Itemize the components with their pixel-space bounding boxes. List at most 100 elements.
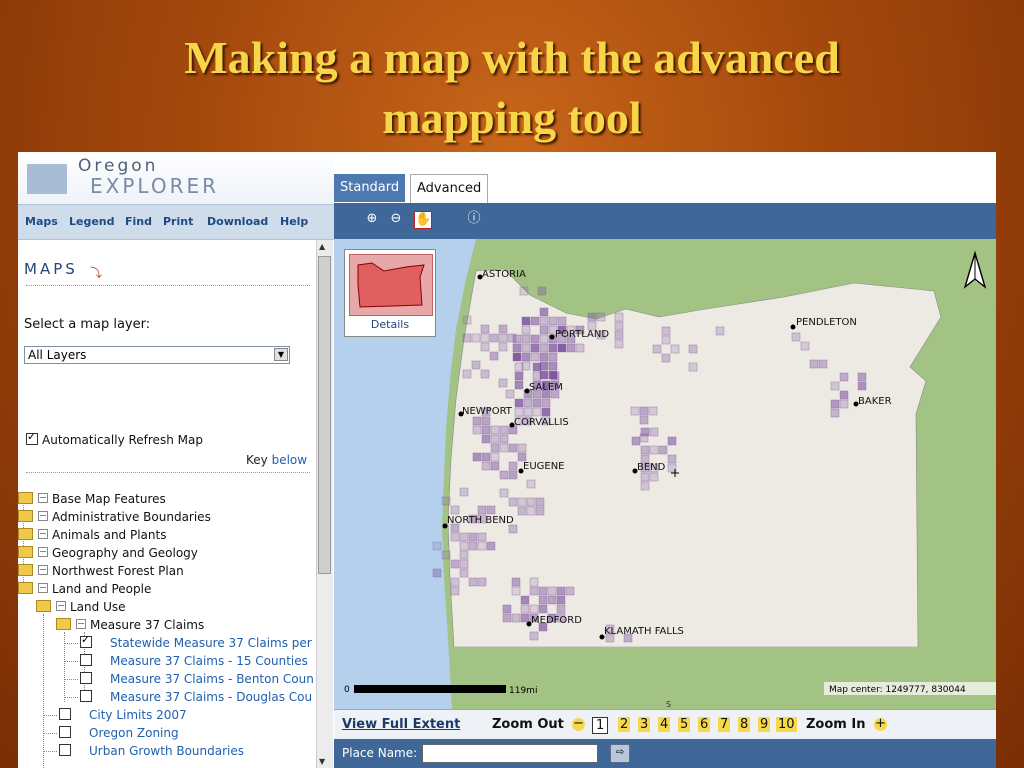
claim-cell (514, 380, 524, 390)
claim-cell (532, 407, 542, 417)
map-view[interactable]: ASTORIA PORTLAND PENDLETON SALEM NEWPORT… (334, 239, 996, 709)
expand-icon[interactable] (38, 547, 48, 557)
scroll-up-icon[interactable]: ▲ (319, 242, 325, 251)
claim-cell (830, 381, 840, 391)
tree-layer-m37-benton[interactable]: Measure 37 Claims - Benton Coun (80, 672, 314, 686)
tree-item-measure-37[interactable]: Measure 37 Claims (56, 618, 204, 632)
zoom-level-6[interactable]: 6 (698, 717, 711, 732)
zoom-out-minus-icon[interactable]: − (572, 717, 585, 731)
zoom-level-4[interactable]: 4 (658, 717, 671, 732)
claim-cell (517, 452, 527, 462)
claim-cell (472, 425, 482, 435)
zoom-level-2[interactable]: 2 (618, 717, 631, 732)
menu-print[interactable]: Print (163, 215, 193, 228)
zoom-in-tool-icon[interactable]: ⊕ (364, 211, 380, 227)
auto-refresh-option[interactable]: Automatically Refresh Map (26, 430, 203, 447)
tree-item-animals-plants[interactable]: Animals and Plants (18, 528, 166, 542)
layer-checkbox[interactable] (59, 726, 71, 738)
tree-layer-m37-15-counties[interactable]: Measure 37 Claims - 15 Counties (80, 654, 308, 668)
zoom-level-3[interactable]: 3 (638, 717, 651, 732)
zoom-in-plus-icon[interactable]: + (874, 717, 887, 731)
expand-icon[interactable] (38, 493, 48, 503)
layer-checkbox[interactable] (80, 633, 92, 648)
claim-cell (639, 406, 649, 416)
scrollbar-thumb[interactable] (318, 256, 331, 574)
menu-find[interactable]: Find (125, 215, 152, 228)
zoom-level-1[interactable]: 1 (592, 717, 609, 734)
tab-standard[interactable]: Standard (334, 174, 406, 202)
expand-icon[interactable] (38, 511, 48, 521)
collapse-icon[interactable] (56, 601, 66, 611)
claim-cell (839, 399, 849, 409)
key-below-link[interactable]: below (272, 453, 308, 467)
tree-item-base-map[interactable]: Base Map Features (18, 492, 166, 506)
collapse-arrow-icon[interactable]: ⤵ (90, 264, 102, 281)
tree-layer-city-limits[interactable]: City Limits 2007 (59, 708, 187, 722)
claim-cell (630, 406, 640, 416)
zoom-out-tool-icon[interactable]: ⊖ (388, 211, 404, 227)
menu-maps[interactable]: Maps (25, 215, 58, 228)
app-screenshot: Oregon EXPLORER Maps Legend Find Print D… (18, 152, 996, 768)
expand-icon[interactable] (38, 565, 48, 575)
oregon-explorer-logo[interactable]: Oregon EXPLORER (18, 152, 334, 204)
layer-checkbox[interactable] (80, 690, 92, 702)
zoom-nav-bar: View Full Extent Zoom Out − 1 2 3 4 5 6 … (334, 709, 996, 740)
claim-cell (481, 452, 491, 462)
tree-layer-ugb[interactable]: Urban Growth Boundaries (59, 744, 244, 758)
zoom-level-5[interactable]: 5 (678, 717, 691, 732)
tree-item-admin-boundaries[interactable]: Administrative Boundaries (18, 510, 211, 524)
menu-download[interactable]: Download (207, 215, 268, 228)
claim-cell (649, 472, 659, 482)
layer-panel-scrollbar[interactable]: ▲ ▼ (316, 240, 333, 768)
expand-icon[interactable] (38, 583, 48, 593)
tree-item-land-use[interactable]: Land Use (36, 600, 126, 614)
claim-cell (490, 425, 500, 435)
tree-layer-m37-douglas[interactable]: Measure 37 Claims - Douglas Cou (80, 690, 312, 704)
layer-checkbox[interactable] (80, 672, 92, 684)
tree-layer-oregon-zoning[interactable]: Oregon Zoning (59, 726, 179, 740)
tree-layer-statewide-m37[interactable]: Statewide Measure 37 Claims per (80, 633, 312, 650)
scroll-down-icon[interactable]: ▼ (319, 757, 325, 766)
claim-cell (688, 362, 698, 372)
tree-item-land-people[interactable]: Land and People (18, 582, 151, 596)
identify-icon[interactable]: ⓘ (466, 211, 482, 227)
menu-legend[interactable]: Legend (69, 215, 115, 228)
tree-item-geography-geology[interactable]: Geography and Geology (18, 546, 198, 560)
collapse-icon[interactable] (76, 619, 86, 629)
pan-hand-icon[interactable]: ✋ (414, 211, 432, 229)
go-arrow-icon[interactable]: ⇨ (610, 744, 630, 763)
claim-cell (499, 488, 509, 498)
inset-details-link[interactable]: Details (345, 318, 435, 331)
menu-help[interactable]: Help (280, 215, 308, 228)
claim-cell (521, 334, 531, 344)
city-label-klamath-falls: KLAMATH FALLS (604, 626, 684, 637)
view-full-extent-link[interactable]: View Full Extent (342, 717, 460, 732)
key-label: Key (246, 453, 268, 467)
tree-item-nw-forest-plan[interactable]: Northwest Forest Plan (18, 564, 184, 578)
claim-cell (575, 343, 585, 353)
layer-checkbox[interactable] (59, 744, 71, 756)
map-panel: Standard Advanced ⊕ ⊖ ✋ ⓘ ASTORIA PORTLA… (334, 152, 996, 768)
claim-cell (498, 378, 508, 388)
tab-advanced[interactable]: Advanced (410, 174, 489, 203)
claim-cell (450, 532, 460, 542)
zoom-level-8[interactable]: 8 (738, 717, 751, 732)
auto-refresh-checkbox[interactable] (26, 430, 38, 445)
city-label-medford: MEDFORD (531, 615, 582, 626)
claim-cell (658, 445, 668, 455)
dropdown-arrow-icon[interactable]: ▼ (274, 348, 288, 361)
map-layer-select[interactable]: All Layers ▼ (24, 346, 290, 364)
overview-inset[interactable]: Details (344, 249, 436, 337)
layer-checkbox[interactable] (59, 708, 71, 720)
map-tabs: Standard Advanced (334, 152, 996, 204)
zoom-level-10[interactable]: 10 (776, 717, 797, 732)
claim-cell (556, 595, 566, 605)
zoom-level-9[interactable]: 9 (758, 717, 771, 732)
claim-cell (450, 505, 460, 515)
place-name-input[interactable] (422, 744, 598, 763)
layer-checkbox[interactable] (80, 654, 92, 666)
expand-icon[interactable] (38, 529, 48, 539)
claim-cell (521, 361, 531, 371)
zoom-level-7[interactable]: 7 (718, 717, 731, 732)
claim-cell (450, 586, 460, 596)
